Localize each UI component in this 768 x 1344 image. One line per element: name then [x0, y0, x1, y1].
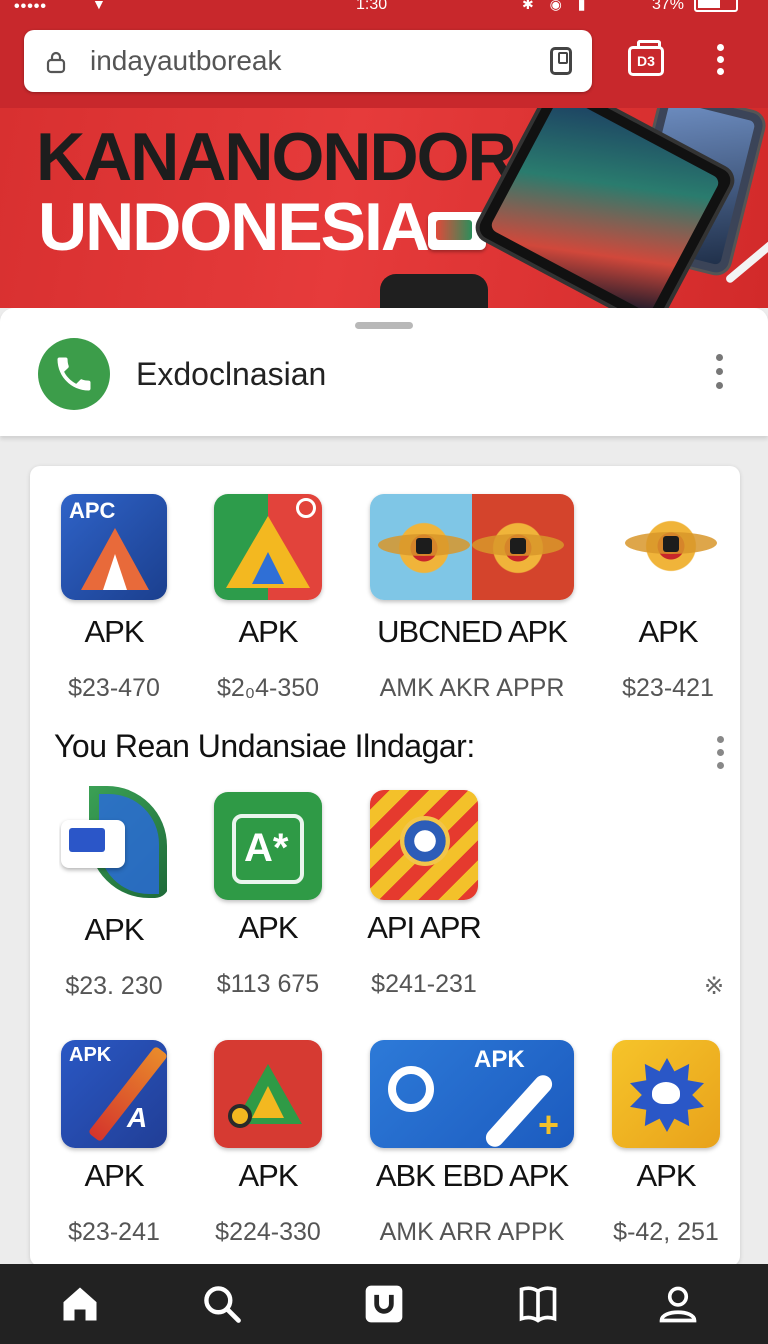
- app-tile[interactable]: A* APK $113 675: [178, 792, 358, 999]
- app-label: ABK EBD APK: [375, 1158, 569, 1193]
- status-time: 1:30: [356, 0, 388, 13]
- more-options-icon[interactable]: [712, 354, 726, 398]
- app-label: APK: [238, 910, 298, 945]
- sheet-title: Exdoclnasian: [136, 356, 327, 392]
- app-label: APK: [84, 1158, 144, 1193]
- tools-icon: APK +: [370, 1040, 574, 1148]
- stripes-badge-icon: [370, 790, 478, 900]
- app-label: APK: [84, 614, 144, 649]
- app-label: APK: [238, 614, 298, 649]
- app-price: AMK ARR APPK: [379, 1218, 565, 1246]
- app-price: $23-470: [68, 674, 160, 702]
- drag-handle[interactable]: [355, 322, 413, 329]
- book-icon[interactable]: [516, 1282, 560, 1326]
- address-bar[interactable]: indayautboreak: [24, 30, 592, 92]
- app-tile[interactable]: APC APK $23-470: [24, 494, 204, 703]
- hero-banner[interactable]: KANANONDORÁN UNDONESIA: [0, 108, 768, 308]
- app-label: APK: [84, 912, 144, 947]
- app-label: UBCNED APK: [377, 614, 568, 649]
- emblem-icon: [615, 494, 721, 600]
- app-tile[interactable]: APK $2₀4-350: [178, 494, 358, 703]
- reader-icon[interactable]: [550, 47, 572, 75]
- app-label: APK: [638, 614, 698, 649]
- search-icon[interactable]: [200, 1282, 244, 1326]
- bottom-sheet-header: Exdoclnasian: [0, 308, 768, 436]
- app-price: $23. 230: [65, 972, 163, 1000]
- app-label: APK: [238, 1158, 298, 1193]
- url-text[interactable]: indayautboreak: [90, 45, 281, 77]
- drive-icon: [214, 494, 322, 600]
- app-tile[interactable]: API APR $241-231: [334, 790, 514, 999]
- wifi-icon: ▼: [92, 0, 106, 12]
- top-bar: ••••• ▼ 1:30 ✱ ◉ ▮ 37% indayautboreak D3: [0, 0, 768, 108]
- lock-icon: [46, 51, 66, 74]
- phone-call-icon[interactable]: [38, 338, 110, 410]
- banner-title-line2: UNDONESIA: [38, 189, 430, 265]
- green-a-icon: A*: [214, 792, 322, 900]
- app-tile[interactable]: UBCNED APK AMK AKR APPR: [366, 494, 578, 703]
- app-price: $23-421: [622, 674, 714, 702]
- app-label: APK: [636, 1158, 696, 1193]
- app-tile[interactable]: APK $23. 230: [24, 786, 204, 1001]
- app-tile[interactable]: APK + ABK EBD APK AMK ARR APPK: [366, 1040, 578, 1247]
- signal-icon: •••••: [14, 0, 48, 15]
- app-price: $113 675: [216, 970, 320, 998]
- garuda-icon: [370, 494, 574, 600]
- app-tile[interactable]: APK $-42, 251: [576, 1040, 756, 1247]
- app-price: $23-241: [68, 1218, 160, 1246]
- dismiss-icon[interactable]: ※: [704, 972, 724, 1001]
- app-price: $-42, 251: [613, 1218, 719, 1246]
- app-label: API APR: [367, 910, 482, 945]
- status-bar: ••••• ▼ 1:30 ✱ ◉ ▮ 37%: [0, 0, 768, 18]
- app-tile[interactable]: APK $224-330: [178, 1040, 358, 1247]
- chat-icon: [59, 786, 169, 898]
- browser-menu-button[interactable]: [712, 44, 728, 80]
- red-a-icon: [214, 1040, 322, 1148]
- profile-icon[interactable]: [656, 1282, 700, 1326]
- app-tile[interactable]: APK A APK $23-241: [24, 1040, 204, 1247]
- section-more-icon[interactable]: [714, 736, 726, 769]
- section-title: You Rean Undansiae Ilndagar:: [54, 728, 475, 764]
- app-price: $2₀4-350: [216, 674, 320, 702]
- status-icons: ✱ ◉ ▮: [522, 0, 592, 12]
- apc-icon: APC: [61, 494, 167, 600]
- home-icon[interactable]: [58, 1282, 102, 1326]
- tab-switcher-button[interactable]: D3: [628, 40, 664, 76]
- pen-icon: APK A: [61, 1040, 167, 1148]
- battery-percent: 37%: [652, 0, 685, 13]
- app-price: $241-231: [371, 970, 477, 998]
- shield-icon[interactable]: [362, 1282, 406, 1326]
- sun-face-icon: [612, 1040, 720, 1148]
- app-price: AMK AKR APPR: [379, 674, 565, 702]
- bottom-navigation: [0, 1264, 768, 1344]
- app-price: $224-330: [215, 1218, 321, 1246]
- app-tile[interactable]: APK $23-421: [578, 494, 758, 703]
- phone-illustration-bottom: [380, 274, 488, 308]
- battery-icon: [694, 0, 738, 12]
